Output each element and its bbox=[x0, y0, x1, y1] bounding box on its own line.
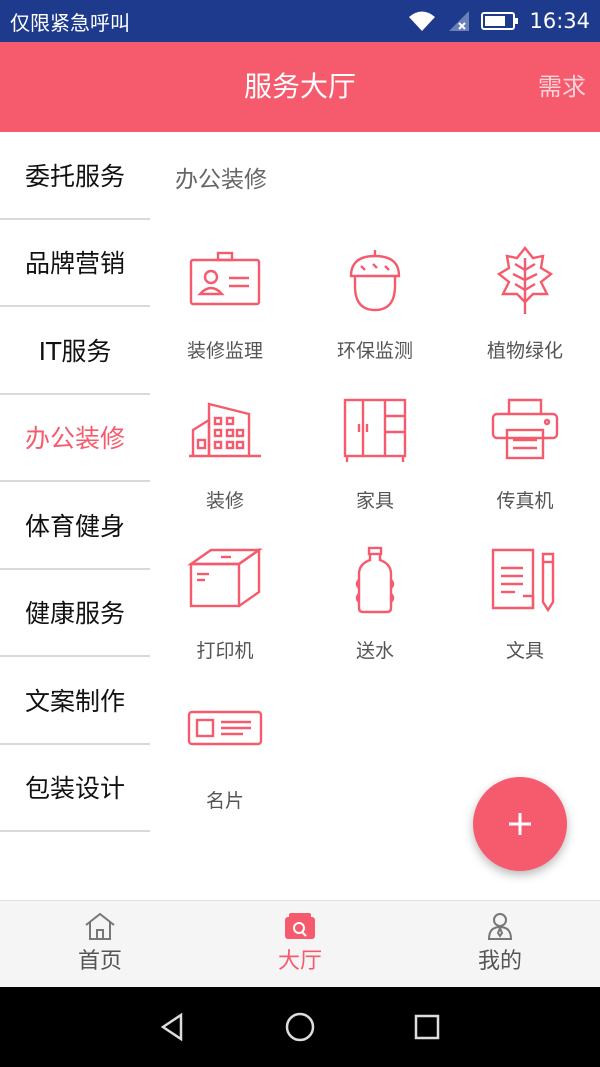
nav-home[interactable]: 首页 bbox=[0, 901, 200, 987]
home-circle-icon[interactable] bbox=[284, 1011, 316, 1043]
app-header: 服务大厅 需求 bbox=[0, 42, 600, 132]
acorn-icon bbox=[349, 250, 401, 312]
home-icon bbox=[85, 912, 115, 940]
user-icon bbox=[487, 913, 513, 940]
service-item-printer[interactable]: 打印机 bbox=[150, 544, 300, 694]
service-item-fax[interactable]: 传真机 bbox=[450, 394, 600, 544]
business-card-icon bbox=[187, 710, 263, 746]
service-item-renovation[interactable]: 装修 bbox=[150, 394, 300, 544]
service-item-water[interactable]: 送水 bbox=[300, 544, 450, 694]
add-button[interactable] bbox=[473, 777, 567, 871]
service-label: 植物绿化 bbox=[486, 340, 563, 362]
service-label: 名片 bbox=[205, 790, 244, 812]
service-label: 环保监测 bbox=[336, 340, 413, 362]
wifi-icon bbox=[407, 9, 437, 33]
service-item-environment[interactable]: 环保监测 bbox=[300, 244, 450, 394]
service-item-greening[interactable]: 植物绿化 bbox=[450, 244, 600, 394]
service-item-supervision[interactable]: 装修监理 bbox=[150, 244, 300, 394]
sidebar-item-sports-fitness[interactable]: 体育健身 bbox=[0, 482, 150, 570]
service-item-stationery[interactable]: 文具 bbox=[450, 544, 600, 694]
system-nav-bar bbox=[0, 987, 600, 1067]
document-pen-icon bbox=[491, 548, 555, 613]
service-label: 文具 bbox=[505, 640, 544, 662]
page-title: 服务大厅 bbox=[243, 70, 356, 103]
bottom-nav: 首页 大厅 我的 bbox=[0, 900, 600, 987]
plus-icon bbox=[509, 813, 531, 835]
sidebar-item-entrust[interactable]: 委托服务 bbox=[0, 132, 150, 220]
nav-home-label: 首页 bbox=[77, 949, 122, 974]
leaf-icon bbox=[496, 246, 554, 314]
nav-mine-label: 我的 bbox=[477, 949, 522, 974]
service-label: 装修 bbox=[205, 490, 244, 512]
printer-icon bbox=[491, 398, 559, 460]
service-label: 送水 bbox=[355, 640, 394, 662]
back-icon[interactable] bbox=[157, 1011, 189, 1043]
nav-hall[interactable]: 大厅 bbox=[200, 901, 400, 987]
building-icon bbox=[189, 402, 261, 458]
demand-button[interactable]: 需求 bbox=[538, 42, 586, 132]
carrier-text: 仅限紧急呼叫 bbox=[10, 10, 130, 35]
recents-icon[interactable] bbox=[411, 1011, 443, 1043]
sidebar-item-copywriting[interactable]: 文案制作 bbox=[0, 657, 150, 745]
id-card-icon bbox=[189, 251, 261, 306]
box-icon bbox=[187, 547, 263, 608]
sidebar-item-packaging-design[interactable]: 包装设计 bbox=[0, 745, 150, 832]
sidebar-item-it-service[interactable]: IT服务 bbox=[0, 307, 150, 395]
sidebar-item-health-service[interactable]: 健康服务 bbox=[0, 570, 150, 657]
nav-hall-label: 大厅 bbox=[277, 949, 322, 974]
sidebar-item-brand-marketing[interactable]: 品牌营销 bbox=[0, 220, 150, 307]
status-time: 16:34 bbox=[529, 9, 590, 33]
signal-icon bbox=[447, 9, 471, 33]
section-title: 办公装修 bbox=[175, 167, 267, 193]
nav-mine[interactable]: 我的 bbox=[400, 901, 600, 987]
category-sidebar: 委托服务 品牌营销 IT服务 办公装修 体育健身 健康服务 文案制作 包装设计 bbox=[0, 132, 150, 832]
cabinet-icon bbox=[343, 398, 407, 462]
service-item-furniture[interactable]: 家具 bbox=[300, 394, 450, 544]
service-label: 打印机 bbox=[196, 640, 254, 662]
service-label: 装修监理 bbox=[186, 340, 263, 362]
service-label: 传真机 bbox=[496, 490, 554, 512]
service-item-business-card[interactable]: 名片 bbox=[150, 694, 300, 844]
sidebar-item-office-renovation[interactable]: 办公装修 bbox=[0, 395, 150, 482]
water-bottle-icon bbox=[355, 546, 395, 614]
status-bar: 仅限紧急呼叫 16:34 bbox=[0, 0, 600, 42]
service-label: 家具 bbox=[355, 490, 394, 512]
battery-icon bbox=[481, 10, 519, 32]
shop-icon bbox=[285, 913, 315, 939]
